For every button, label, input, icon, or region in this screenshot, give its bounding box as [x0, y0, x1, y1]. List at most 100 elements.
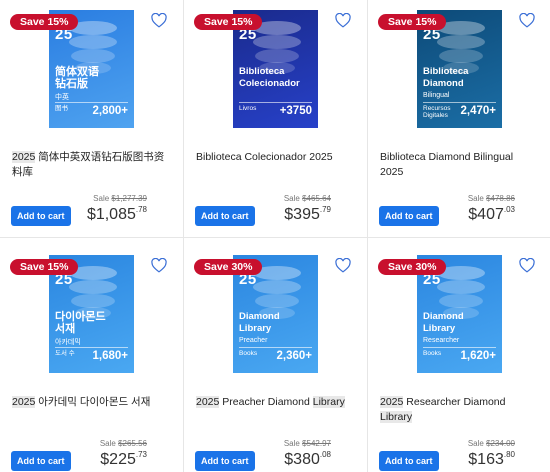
cover-title: Biblioteca Diamond	[423, 66, 469, 89]
product-title-year: 2025	[380, 396, 404, 408]
product-title-year: 2025	[12, 151, 36, 163]
product-title-highlight: Library	[380, 411, 413, 423]
sale-label: Sale	[283, 194, 300, 203]
price-main: $380	[284, 451, 320, 468]
product-title-link[interactable]: 2025 아카데믹 다이아몬드 서재	[12, 395, 170, 410]
sale-label: Sale	[93, 194, 110, 203]
add-to-cart-button[interactable]: Add to cart	[195, 206, 255, 226]
cover-count: 1,680+	[92, 350, 129, 362]
price-cents: .73	[135, 450, 147, 459]
cover-divider	[239, 102, 312, 103]
cover-divider	[239, 347, 312, 348]
cover-count: 1,620+	[460, 350, 497, 362]
cover-divider	[423, 102, 496, 103]
cover-subtitle: Preacher	[239, 337, 268, 344]
price-cents: .80	[503, 450, 515, 459]
sale-label: Sale	[467, 439, 484, 448]
product-title-text: Biblioteca Diamond Bilingual 2025	[380, 151, 514, 178]
product-title-link[interactable]: Biblioteca Diamond Bilingual 2025	[380, 150, 538, 180]
heart-outline-icon[interactable]	[519, 12, 535, 28]
product-title-year: 2025	[196, 396, 220, 408]
discount-badge: Save 15%	[10, 259, 79, 275]
cover-divider	[55, 102, 128, 103]
product-title-year: 2025	[12, 396, 36, 408]
heart-outline-icon[interactable]	[151, 12, 167, 28]
cover-count-label: Livros	[239, 105, 257, 112]
price-main: $163	[468, 451, 504, 468]
cover-count-label: 图书	[55, 105, 68, 112]
add-to-cart-button[interactable]: Add to cart	[11, 206, 71, 226]
product-title-highlight: Library	[312, 396, 345, 408]
cover-count-label: Books	[423, 350, 442, 357]
price-main: $407	[468, 206, 504, 223]
current-price: $407.03	[468, 205, 515, 224]
sale-price-row: Sale $478.86	[468, 194, 515, 203]
price-cents: .03	[503, 205, 515, 214]
product-title-link[interactable]: Biblioteca Colecionador 2025	[196, 150, 354, 165]
heart-outline-icon[interactable]	[335, 12, 351, 28]
cover-subtitle: Researcher	[423, 337, 460, 344]
sale-price-row: Sale $465.64	[284, 194, 331, 203]
cover-count: +3750	[279, 105, 312, 117]
product-title-text: Biblioteca Colecionador 2025	[196, 151, 333, 163]
current-price: $380.08	[284, 450, 331, 469]
add-to-cart-button[interactable]: Add to cart	[379, 451, 439, 471]
current-price: $225.73	[100, 450, 147, 469]
discount-badge: Save 15%	[10, 14, 79, 30]
add-to-cart-button[interactable]: Add to cart	[11, 451, 71, 471]
sale-label: Sale	[467, 194, 484, 203]
price-cents: .08	[319, 450, 331, 459]
current-price: $1,085.78	[87, 205, 147, 224]
product-card: Save 15% 20 25简体双语 钻石版中英图书2,800+2025 简体中…	[0, 0, 175, 230]
cover-divider	[423, 347, 496, 348]
sale-price-row: Sale $234.00	[468, 439, 515, 448]
product-title-text: Preacher Diamond	[219, 396, 313, 408]
original-price: $478.86	[486, 194, 515, 203]
discount-badge: Save 15%	[194, 14, 263, 30]
product-title-text: 简体中英双语钻石版图书资料库	[12, 151, 165, 178]
product-card: Save 15% 20 25Biblioteca ColecionadorLiv…	[184, 0, 359, 230]
cover-title: Diamond Library	[423, 311, 464, 334]
product-title-link[interactable]: 2025 Researcher Diamond Library	[380, 395, 538, 425]
cover-title: 简体双语 钻石版	[55, 66, 99, 90]
cover-count: 2,470+	[460, 105, 497, 117]
price-main: $395	[284, 206, 320, 223]
price-main: $225	[100, 451, 136, 468]
sale-label: Sale	[283, 439, 300, 448]
add-to-cart-button[interactable]: Add to cart	[379, 206, 439, 226]
discount-badge: Save 15%	[378, 14, 447, 30]
sale-label: Sale	[99, 439, 116, 448]
sale-price-row: Sale $265.56	[100, 439, 147, 448]
product-card: Save 30% 20 25Diamond LibraryPreacherBoo…	[184, 245, 359, 472]
cover-count-label: 도서 수	[55, 350, 75, 357]
cover-subtitle: Bilingual	[423, 92, 450, 99]
cover-count-label: Books	[239, 350, 258, 357]
cover-count-label: Recursos Digitales	[423, 105, 451, 119]
price-cents: .79	[319, 205, 331, 214]
add-to-cart-button[interactable]: Add to cart	[195, 451, 255, 471]
row-divider	[0, 237, 550, 238]
price-cents: .78	[135, 205, 147, 214]
cover-count: 2,800+	[92, 105, 129, 117]
original-price: $465.64	[302, 194, 331, 203]
original-price: $265.56	[118, 439, 147, 448]
product-title-text: 아카데믹 다이아몬드 서재	[35, 396, 151, 408]
discount-badge: Save 30%	[378, 259, 447, 275]
product-title-text: Researcher Diamond	[403, 396, 506, 408]
product-title-link[interactable]: 2025 简体中英双语钻石版图书资料库	[12, 150, 170, 180]
cover-subtitle: 아카데믹	[55, 339, 81, 346]
product-card: Save 30% 20 25Diamond LibraryResearcherB…	[368, 245, 543, 472]
heart-outline-icon[interactable]	[151, 257, 167, 273]
original-price: $542.97	[302, 439, 331, 448]
original-price: $234.00	[486, 439, 515, 448]
heart-outline-icon[interactable]	[519, 257, 535, 273]
sale-price-row: Sale $1,277.39	[93, 194, 147, 203]
product-card: Save 15% 20 25다이아몬드 서재아카데믹도서 수1,680+2025…	[0, 245, 175, 472]
cover-title: 다이아몬드 서재	[55, 311, 106, 335]
cover-divider	[55, 347, 128, 348]
product-card: Save 15% 20 25Biblioteca DiamondBilingua…	[368, 0, 543, 230]
heart-outline-icon[interactable]	[335, 257, 351, 273]
cover-count: 2,360+	[276, 350, 313, 362]
product-title-link[interactable]: 2025 Preacher Diamond Library	[196, 395, 354, 410]
cover-title: Diamond Library	[239, 311, 280, 334]
